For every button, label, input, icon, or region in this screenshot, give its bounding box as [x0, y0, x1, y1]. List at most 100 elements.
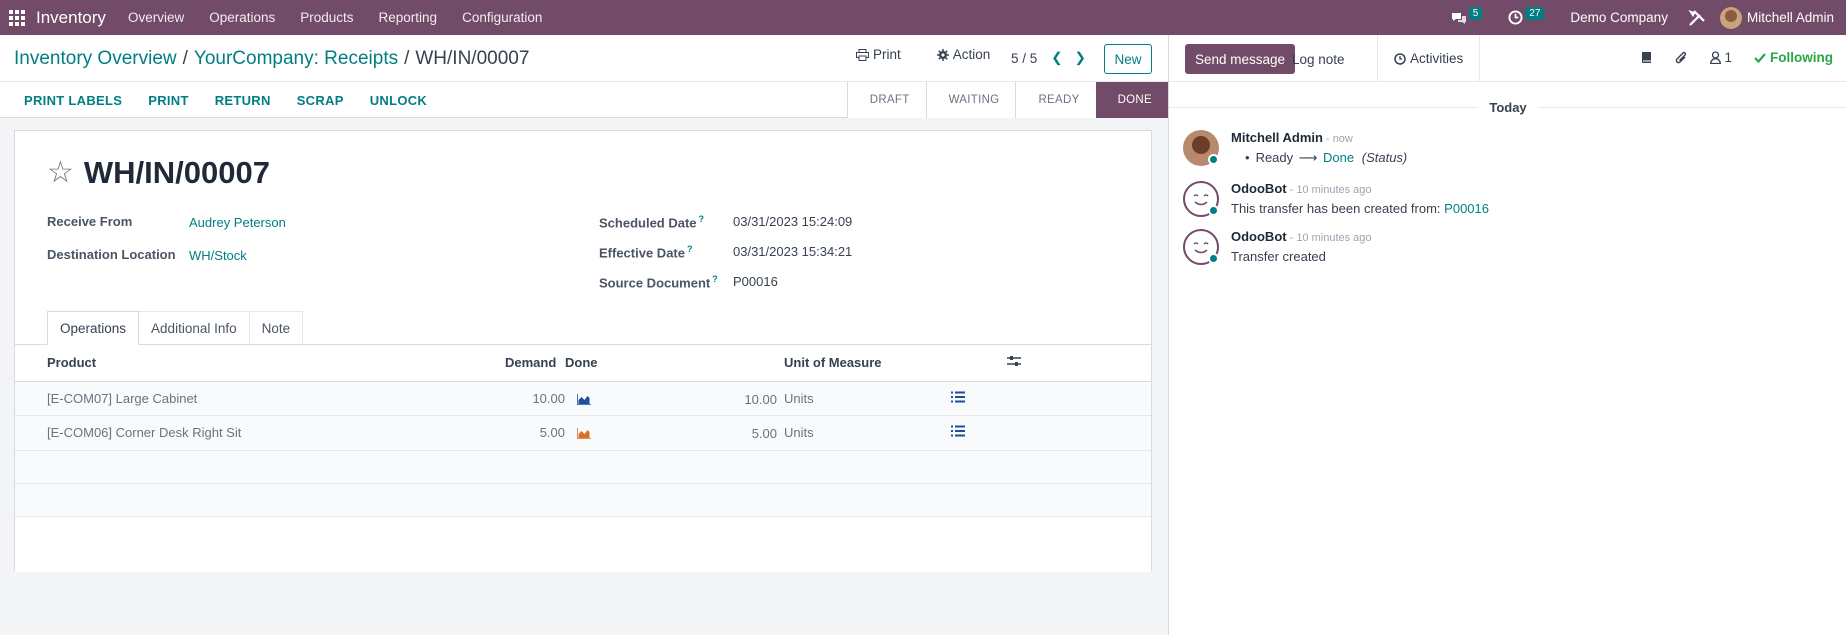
tab-note[interactable]: Note: [248, 311, 304, 345]
print-label: Print: [873, 47, 901, 62]
print-menu-button[interactable]: Print: [856, 47, 901, 62]
menu-reporting[interactable]: Reporting: [379, 10, 438, 25]
menu-products[interactable]: Products: [300, 10, 353, 25]
source-document-field[interactable]: P00016: [733, 274, 778, 289]
done-cell[interactable]: 5.00: [752, 426, 777, 441]
book-icon[interactable]: [1641, 51, 1653, 64]
message-author[interactable]: OdooBot: [1231, 181, 1287, 196]
scrap-button[interactable]: SCRAP: [297, 93, 344, 108]
pager: 5 / 5 ❮ ❯: [1011, 50, 1086, 66]
pager-value[interactable]: 5 / 5: [1011, 51, 1037, 66]
tracking-new-value: Done: [1323, 150, 1355, 165]
online-status-icon: [1208, 154, 1219, 165]
new-button[interactable]: New: [1104, 44, 1152, 74]
company-switcher[interactable]: Demo Company: [1570, 10, 1668, 25]
optional-columns-icon[interactable]: [1007, 355, 1021, 367]
menu-operations[interactable]: Operations: [209, 10, 275, 25]
table-row[interactable]: [E-COM06] Corner Desk Right Sit 5.00 5.0…: [15, 415, 1151, 451]
breadcrumb-receipts[interactable]: YourCompany: Receipts: [194, 48, 398, 69]
messaging-menu[interactable]: 5: [1451, 7, 1483, 25]
send-message-button[interactable]: Send message: [1185, 44, 1296, 74]
pager-next-icon[interactable]: ❯: [1075, 50, 1086, 66]
forecast-chart-icon[interactable]: [577, 428, 591, 439]
column-product[interactable]: Product: [47, 345, 505, 382]
activities-button[interactable]: Activities: [1377, 35, 1481, 82]
stage-pipeline: DRAFT WAITING READY DONE: [846, 82, 1168, 118]
arrow-right-icon: ⟶: [1298, 150, 1318, 165]
date-separator: Today: [1169, 100, 1846, 115]
print-button[interactable]: PRINT: [148, 93, 189, 108]
clock-icon: [1394, 52, 1406, 65]
demand-cell[interactable]: 10.00: [505, 381, 565, 416]
apps-menu-icon[interactable]: [0, 0, 34, 35]
column-demand[interactable]: Demand: [505, 345, 565, 382]
notebook-tabs: Operations Additional Info Note: [47, 311, 304, 345]
message-author[interactable]: Mitchell Admin: [1231, 130, 1323, 145]
unlock-button[interactable]: UNLOCK: [370, 93, 427, 108]
stage-done[interactable]: DONE: [1095, 82, 1168, 118]
app-name[interactable]: Inventory: [36, 8, 106, 28]
print-labels-button[interactable]: PRINT LABELS: [24, 93, 122, 108]
return-button[interactable]: RETURN: [215, 93, 271, 108]
control-panel: Inventory Overview / YourCompany: Receipts…: [0, 35, 1168, 82]
message-time: - 10 minutes ago: [1289, 232, 1372, 244]
stage-draft[interactable]: DRAFT: [846, 82, 926, 118]
user-avatar[interactable]: [1719, 6, 1742, 29]
followers-count: 1: [1724, 50, 1732, 65]
message-text: Transfer created: [1231, 249, 1326, 264]
star-icon[interactable]: ☆: [47, 158, 74, 188]
log-note-button[interactable]: Log note: [1282, 44, 1355, 74]
message-author[interactable]: OdooBot: [1231, 229, 1287, 244]
followers-button[interactable]: 1: [1710, 50, 1732, 65]
messages-badge: 5: [1468, 7, 1483, 20]
pager-previous-icon[interactable]: ❮: [1051, 50, 1062, 66]
breadcrumb-inventory-overview[interactable]: Inventory Overview: [14, 48, 177, 69]
following-label: Following: [1770, 50, 1833, 65]
menu-configuration[interactable]: Configuration: [462, 10, 542, 25]
source-document-link[interactable]: P00016: [1444, 201, 1489, 216]
table-row[interactable]: [E-COM07] Large Cabinet 10.00 10.00 Unit…: [15, 381, 1151, 416]
column-done[interactable]: Done: [565, 345, 777, 382]
gear-icon: [936, 48, 949, 61]
scheduled-date-label: Scheduled Date?: [599, 214, 705, 231]
tracking-old-value: Ready: [1255, 150, 1294, 165]
column-uom[interactable]: Unit of Measure: [777, 345, 1007, 382]
menu-overview[interactable]: Overview: [128, 10, 184, 25]
effective-date-field[interactable]: 03/31/2023 15:34:21: [733, 244, 852, 259]
paperclip-icon[interactable]: [1675, 51, 1688, 65]
receive-from-label: Receive From: [47, 214, 133, 229]
forecast-chart-icon[interactable]: [577, 393, 591, 405]
breadcrumb: Inventory Overview / YourCompany: Receipts…: [14, 48, 530, 69]
activities-menu[interactable]: 27: [1508, 7, 1545, 25]
printer-icon: [856, 48, 869, 61]
help-tooltip-icon[interactable]: ?: [699, 214, 705, 224]
destination-location-field[interactable]: WH/Stock: [189, 248, 247, 263]
heart-status-icon: [1208, 205, 1219, 216]
user-menu[interactable]: Mitchell Admin: [1747, 10, 1834, 25]
uom-cell[interactable]: Units: [777, 381, 1007, 416]
uom-cell[interactable]: Units: [777, 415, 1007, 451]
done-cell[interactable]: 10.00: [744, 392, 777, 407]
empty-row: [15, 483, 1151, 517]
scheduled-date-field[interactable]: 03/31/2023 15:24:09: [733, 214, 852, 229]
demand-cell[interactable]: 5.00: [505, 415, 565, 451]
help-tooltip-icon[interactable]: ?: [687, 244, 693, 254]
following-button[interactable]: Following: [1754, 50, 1833, 65]
tab-operations[interactable]: Operations: [47, 311, 140, 345]
debug-tools-icon[interactable]: [1688, 9, 1706, 27]
form-view: Inventory Overview / YourCompany: Receipts…: [0, 35, 1168, 635]
stage-waiting[interactable]: WAITING: [925, 82, 1016, 118]
detailed-operations-icon[interactable]: [951, 425, 965, 437]
product-cell[interactable]: [E-COM07] Large Cabinet: [47, 381, 505, 416]
detailed-operations-icon[interactable]: [951, 391, 965, 403]
action-menu-button[interactable]: Action: [936, 47, 990, 62]
stage-ready[interactable]: READY: [1015, 82, 1096, 118]
product-cell[interactable]: [E-COM06] Corner Desk Right Sit: [47, 415, 505, 451]
tab-additional-info[interactable]: Additional Info: [138, 311, 250, 345]
chat-bubbles-icon: [1451, 12, 1466, 24]
main-navbar: Inventory Overview Operations Products R…: [0, 0, 1846, 35]
receive-from-field[interactable]: Audrey Peterson: [189, 215, 286, 230]
activities-label: Activities: [1410, 51, 1464, 66]
help-tooltip-icon[interactable]: ?: [712, 274, 718, 284]
destination-location-label: Destination Location: [47, 247, 176, 262]
